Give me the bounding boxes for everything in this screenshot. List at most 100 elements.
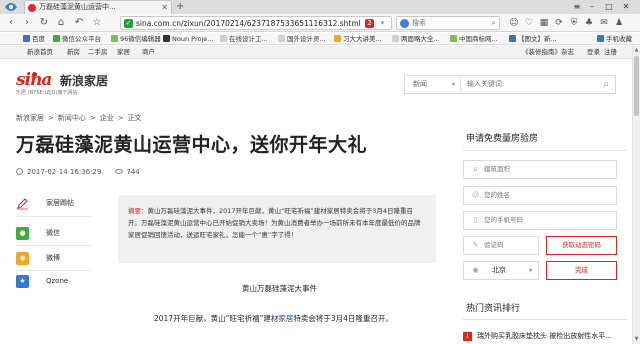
logo-subtitle: 乐居 (NYSE:LEJU)旗下网站 <box>16 90 78 96</box>
page-scrollbar[interactable]: ▲ ▼ <box>632 46 640 344</box>
nav-link[interactable]: 商户 <box>142 46 155 59</box>
hot-news-text: 瑞外购买乳胶床垫枕头 被检出放射性水平... <box>477 332 612 340</box>
submit-button[interactable]: 完成 <box>546 261 617 280</box>
city-value: 北京 <box>492 266 506 274</box>
view-count: 744 <box>126 168 140 176</box>
get-code-button[interactable]: 获取动态密码 <box>546 236 617 255</box>
name-field[interactable]: ☺ <box>463 186 617 205</box>
leaf-icon[interactable]: ♣ <box>583 17 595 29</box>
divider <box>463 319 627 320</box>
secure-icon: ✓ <box>124 19 133 28</box>
favorites-icon[interactable]: ♡ <box>523 17 535 29</box>
browser-search-box[interactable]: ⌕ <box>396 16 500 30</box>
undo-icon[interactable]: ↶ <box>72 16 86 30</box>
tab-close-icon[interactable]: ✕ <box>161 1 168 14</box>
wechat-icon: ● <box>16 227 29 240</box>
search-scope-select[interactable]: 新闻 ▾ <box>405 76 461 93</box>
page-icon <box>278 35 285 42</box>
breadcrumb-enterprise[interactable]: 企业 <box>100 114 114 122</box>
maximize-icon[interactable]: □ <box>602 0 616 14</box>
notification-badge-icon[interactable]: 2 <box>365 19 374 28</box>
nav-link[interactable]: 新房 <box>67 46 80 59</box>
bookmark-item[interactable]: 96微信编辑器 <box>110 33 161 45</box>
browser-tab-active[interactable]: 万磊硅藻泥黄山运营中... ✕ <box>24 0 172 14</box>
home-icon[interactable]: ⌂ <box>54 16 68 30</box>
site-search-input[interactable] <box>467 78 587 91</box>
logo-eye-icon <box>32 72 37 77</box>
phone-icon <box>597 35 604 42</box>
magazine-link[interactable]: 《装修指南》杂志 <box>522 46 574 59</box>
browser-logo-icon[interactable] <box>4 1 18 13</box>
bookmark-item[interactable]: 国外设计灵... <box>277 33 326 45</box>
bookmark-item[interactable]: Noun Proje... <box>162 33 213 45</box>
code-field[interactable]: ✎ <box>463 236 539 255</box>
game-icon[interactable]: ♟ <box>613 17 625 29</box>
bookmark-item[interactable]: 在线设计工... <box>219 33 268 45</box>
url-bar[interactable]: ✓ sina.com.cn/zixun/20170214/62371875336… <box>120 16 392 30</box>
area-input[interactable] <box>484 164 604 175</box>
clock-icon <box>16 168 23 175</box>
back-icon[interactable]: ‹ <box>4 16 18 30</box>
bookmark-item[interactable]: 两面略大全... <box>391 33 440 45</box>
login-link[interactable]: 登录 <box>587 46 600 59</box>
grid-icon[interactable]: ▦ <box>538 17 550 29</box>
share-label: 微博 <box>46 254 60 262</box>
rank-badge: 1 <box>463 332 472 341</box>
hot-news-title: 热门资讯排行 <box>466 304 521 314</box>
bookmark-item[interactable]: 习大大讲美... <box>333 33 382 45</box>
scroll-up-icon[interactable]: ▲ <box>633 46 640 54</box>
tab-title: 万磊硅藻泥黄山运营中... <box>39 3 116 11</box>
bookmark-item[interactable]: 百度 <box>22 33 45 45</box>
browser-search-input[interactable] <box>412 18 482 28</box>
register-link[interactable]: 注册 <box>604 46 617 59</box>
sync-icon[interactable]: ⟳ <box>553 17 565 29</box>
dropdown-icon[interactable]: ▾ <box>378 19 387 28</box>
search-engine-icon[interactable] <box>400 19 409 28</box>
nav-link[interactable]: 家居 <box>117 46 130 59</box>
close-window-icon[interactable]: ✕ <box>619 0 633 14</box>
share-post-button[interactable]: 家居踢帖 <box>16 197 92 210</box>
breadcrumb-home[interactable]: 新浪家居 <box>16 114 44 122</box>
star-icon[interactable]: ☆ <box>90 16 104 30</box>
mail-icon[interactable]: ✉ <box>598 17 610 29</box>
name-input[interactable] <box>484 190 604 201</box>
scroll-thumb[interactable] <box>634 56 639 116</box>
divider <box>463 150 627 151</box>
shield-icon[interactable]: ⛨ <box>568 17 580 29</box>
inline-link[interactable]: 家居 <box>278 314 293 323</box>
city-select[interactable]: ◉ 北京 ▾ <box>463 261 539 280</box>
share-qzone-button[interactable]: ★ Qzone <box>16 275 92 288</box>
share-wechat-button[interactable]: ● 微信 <box>16 227 92 240</box>
share-weibo-button[interactable]: ◉ 微博 <box>16 252 92 265</box>
editor-icon <box>111 35 118 42</box>
url-text[interactable]: sina.com.cn/zixun/20170214/6237187533651… <box>136 17 361 30</box>
menu-icon[interactable]: ≡ <box>570 0 584 14</box>
chevron-down-icon: ▾ <box>528 267 532 274</box>
bookmark-item[interactable]: 中国商标网... <box>449 33 498 45</box>
nav-link[interactable]: 新浪首页 <box>27 46 53 59</box>
forward-icon[interactable]: › <box>20 16 34 30</box>
key-icon: ✎ <box>472 241 479 249</box>
trademark-icon <box>450 35 457 42</box>
search-icon[interactable]: ⌕ <box>492 17 496 29</box>
site-favicon-icon <box>28 4 36 12</box>
hot-news-item[interactable]: 1 瑞外购买乳胶床垫枕头 被检出放射性水平... <box>463 331 612 341</box>
breadcrumb-news[interactable]: 新闻中心 <box>58 114 86 122</box>
bookmark-item[interactable]: 微信公众平台 <box>52 33 101 45</box>
nav-link[interactable]: 二手房 <box>88 46 108 59</box>
phone-field[interactable]: ▯ <box>463 211 617 230</box>
search-icon[interactable]: ⌕ <box>603 78 609 91</box>
bookmark-item[interactable]: 手机收藏 <box>596 33 632 45</box>
phone-input[interactable] <box>484 215 604 226</box>
user-icon[interactable]: ☺ <box>508 17 520 29</box>
area-field[interactable]: ⌂ <box>463 160 617 179</box>
scroll-down-icon[interactable]: ▼ <box>633 335 640 343</box>
summary-tag: 摘要： <box>128 207 148 215</box>
bookmark-item[interactable]: 【图文】新... <box>508 33 557 45</box>
new-tab-icon[interactable]: + <box>176 1 184 13</box>
minimize-icon[interactable]: – <box>585 0 599 14</box>
house-icon: ⌂ <box>473 165 478 173</box>
code-input[interactable] <box>484 240 534 251</box>
site-logo[interactable]: sina 新浪家居 乐居 (NYSE:LEJU)旗下网站 <box>16 70 126 96</box>
reload-icon[interactable]: ↻ <box>37 16 51 30</box>
